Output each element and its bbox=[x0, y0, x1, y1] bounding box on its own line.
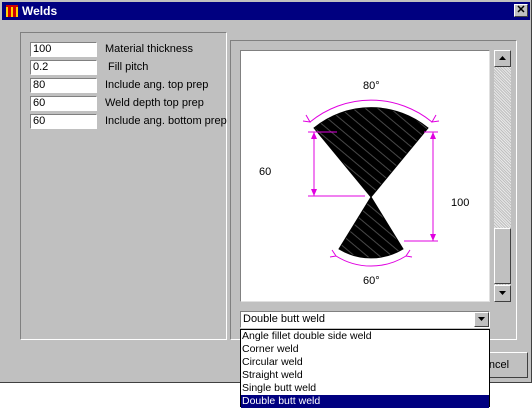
weld-type-dropdown-button[interactable] bbox=[474, 312, 489, 327]
window-title: Welds bbox=[22, 4, 58, 18]
top-weld-prep bbox=[313, 107, 429, 198]
preview-scrollbar[interactable] bbox=[494, 50, 511, 302]
bottom-prep-angle-input[interactable]: 60 bbox=[30, 114, 97, 129]
option-angle-fillet-double[interactable]: Angle fillet double side weld bbox=[241, 330, 489, 343]
option-circular-weld[interactable]: Circular weld bbox=[241, 356, 489, 369]
app-icon bbox=[6, 5, 18, 17]
option-corner-weld[interactable]: Corner weld bbox=[241, 343, 489, 356]
scroll-down-button[interactable] bbox=[494, 285, 511, 302]
chevron-down-icon bbox=[478, 317, 485, 321]
top-prep-depth-label: Weld depth top prep bbox=[105, 97, 204, 109]
bottom-prep-angle-label: Include ang. bottom prep bbox=[105, 115, 227, 127]
weld-type-list[interactable]: Angle fillet double side weld Corner wel… bbox=[240, 329, 490, 408]
bottom-angle-label: 60° bbox=[363, 275, 380, 287]
close-icon: ✕ bbox=[516, 4, 526, 16]
option-straight-weld[interactable]: Straight weld bbox=[241, 369, 489, 382]
option-double-butt-weld[interactable]: Double butt weld bbox=[241, 395, 489, 408]
arrow-down-icon bbox=[499, 291, 506, 295]
close-button[interactable]: ✕ bbox=[514, 4, 528, 17]
material-thickness-label: Material thickness bbox=[105, 43, 194, 55]
fill-pitch-label: Fill pitch bbox=[108, 61, 149, 73]
title-bar[interactable]: Welds ✕ bbox=[2, 2, 530, 20]
scroll-thumb[interactable] bbox=[494, 228, 511, 284]
option-single-butt-weld[interactable]: Single butt weld bbox=[241, 382, 489, 395]
left-dimension-label: 60 bbox=[259, 166, 271, 178]
welds-dialog: Welds ✕ 100 Material thickness 0.2 Fill … bbox=[0, 0, 532, 383]
weld-type-select[interactable]: Double butt weld bbox=[240, 311, 490, 328]
top-prep-depth-input[interactable]: 60 bbox=[30, 96, 97, 111]
weld-type-value: Double butt weld bbox=[243, 313, 325, 325]
scroll-up-button[interactable] bbox=[494, 50, 511, 67]
bottom-weld-prep bbox=[338, 196, 404, 259]
top-prep-angle-label: Include ang. top prep bbox=[105, 79, 209, 91]
top-prep-angle-input[interactable]: 80 bbox=[30, 78, 97, 93]
weld-preview: 80° 60° 60 100 bbox=[240, 50, 490, 302]
top-angle-label: 80° bbox=[363, 80, 380, 92]
arrow-up-icon bbox=[499, 56, 506, 60]
weld-diagram: 80° 60° 60 100 bbox=[259, 80, 469, 287]
fill-pitch-input[interactable]: 0.2 bbox=[30, 60, 97, 75]
material-thickness-input[interactable]: 100 bbox=[30, 42, 97, 57]
right-dimension-label: 100 bbox=[451, 197, 469, 209]
